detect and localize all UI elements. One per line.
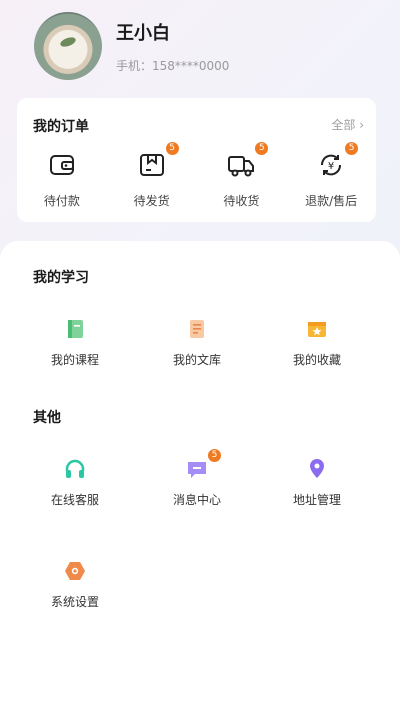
grid-label: 我的收藏 (292, 353, 341, 367)
wallet-icon (47, 150, 77, 180)
headset-icon (63, 457, 87, 481)
orders-items: 待付款 5 待发货 5 待收货 ¥ 5 退款/售后 (17, 142, 376, 209)
my-courses-item[interactable]: 我的课程 (30, 317, 120, 368)
badge: 5 (255, 142, 269, 155)
course-icon (63, 317, 87, 341)
user-info: 王小白 手机：158****0000 (116, 19, 229, 74)
order-pending-shipment[interactable]: 5 待发货 (107, 142, 197, 209)
badge: 5 (208, 449, 221, 462)
grid-label: 地址管理 (292, 493, 341, 507)
order-label: 待发货 (133, 194, 170, 208)
grid-label: 系统设置 (50, 595, 99, 609)
orders-all-link[interactable]: 全部 › (331, 116, 364, 133)
orders-card: 我的订单 全部 › 待付款 5 待发货 5 待收货 ¥ 5 退款/售后 (17, 98, 376, 222)
address-management-item[interactable]: 地址管理 (272, 457, 362, 508)
system-settings-item[interactable]: 系统设置 (30, 559, 120, 610)
order-refund[interactable]: ¥ 5 退款/售后 (286, 142, 376, 209)
my-library-item[interactable]: 我的文库 (152, 317, 242, 368)
message-center-item[interactable]: 5 消息中心 (152, 449, 242, 508)
library-icon (185, 317, 209, 341)
orders-title: 我的订单 (33, 119, 89, 135)
refund-icon: ¥ 5 (316, 142, 359, 180)
user-phone: 手机：158****0000 (116, 58, 230, 73)
badge: 5 (165, 142, 179, 155)
package-icon: 5 (137, 142, 179, 180)
order-label: 待付款 (43, 194, 80, 208)
other-section-title: 其他 (33, 410, 61, 426)
favorites-icon (305, 317, 329, 341)
orders-all-label: 全部 (331, 118, 356, 132)
svg-text:¥: ¥ (328, 161, 334, 172)
order-pending-payment[interactable]: 待付款 (17, 150, 107, 209)
truck-icon: 5 (226, 142, 269, 180)
grid-label: 在线客服 (50, 493, 99, 507)
order-label: 待收货 (223, 194, 260, 208)
user-name: 王小白 (116, 22, 170, 44)
order-label: 退款/售后 (305, 194, 358, 208)
grid-label: 我的文库 (172, 353, 221, 367)
grid-label: 消息中心 (172, 493, 221, 507)
my-favorites-item[interactable]: 我的收藏 (272, 317, 362, 368)
main-panel: 我的学习 我的课程 我的文库 我的收藏 其他 在线客服 5 消息中心 地址管理 … (0, 241, 400, 711)
grid-label: 我的课程 (50, 353, 99, 367)
avatar[interactable] (34, 12, 102, 80)
location-icon (305, 457, 329, 481)
study-section-title: 我的学习 (33, 270, 89, 286)
badge: 5 (345, 142, 359, 155)
profile-header[interactable]: 王小白 手机：158****0000 (34, 12, 229, 80)
chevron-right-icon: › (359, 118, 364, 132)
message-icon: 5 (185, 449, 221, 481)
settings-icon (63, 559, 87, 583)
order-pending-receipt[interactable]: 5 待收货 (197, 142, 287, 209)
customer-service-item[interactable]: 在线客服 (30, 457, 120, 508)
